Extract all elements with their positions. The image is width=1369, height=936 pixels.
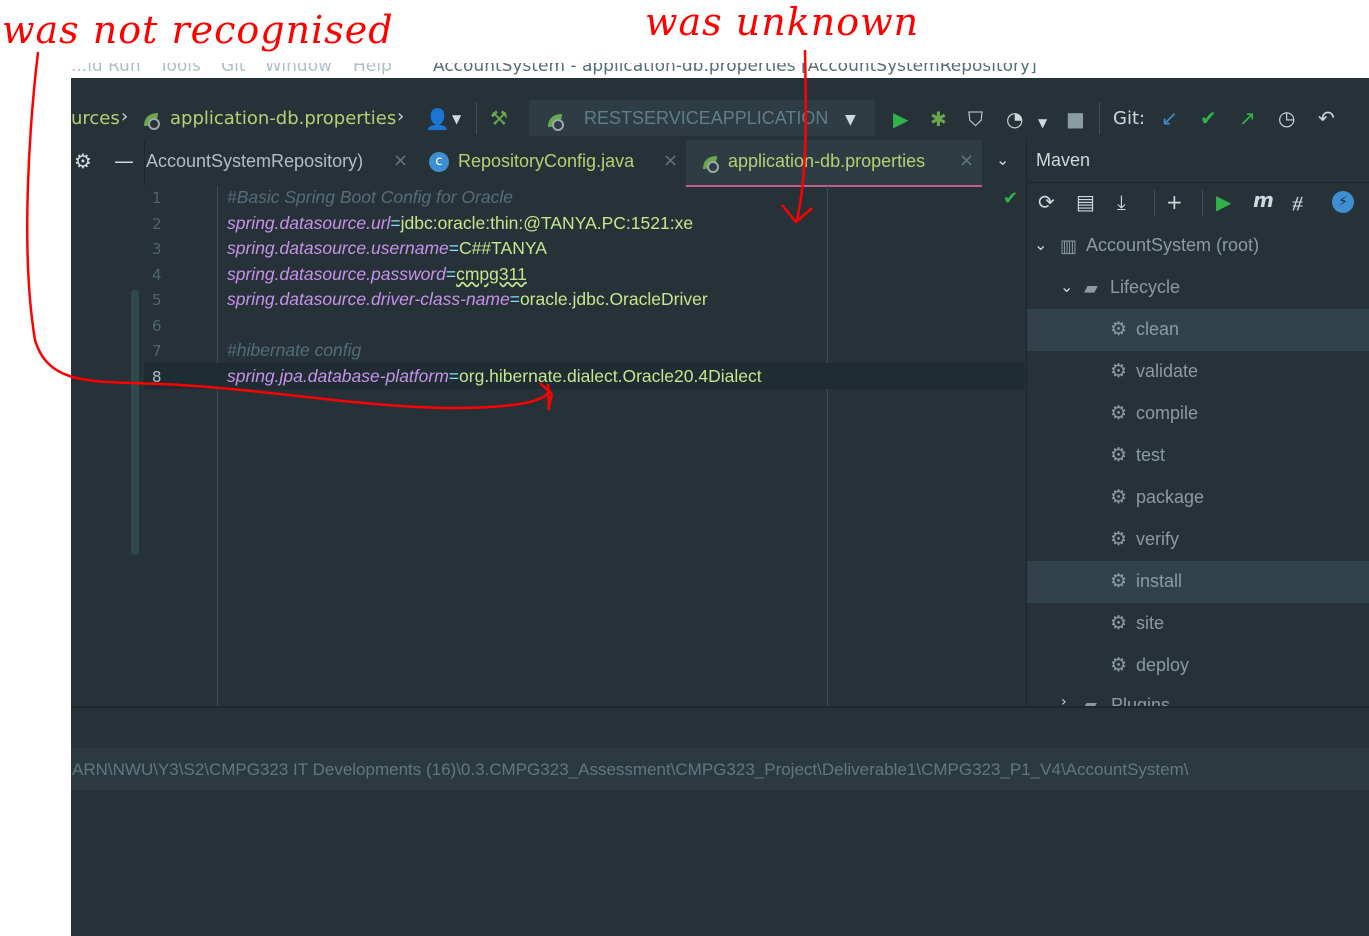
annotation-arrows [26, 49, 813, 411]
arrow-left-path [26, 51, 552, 410]
arrow-right-path [795, 49, 808, 221]
